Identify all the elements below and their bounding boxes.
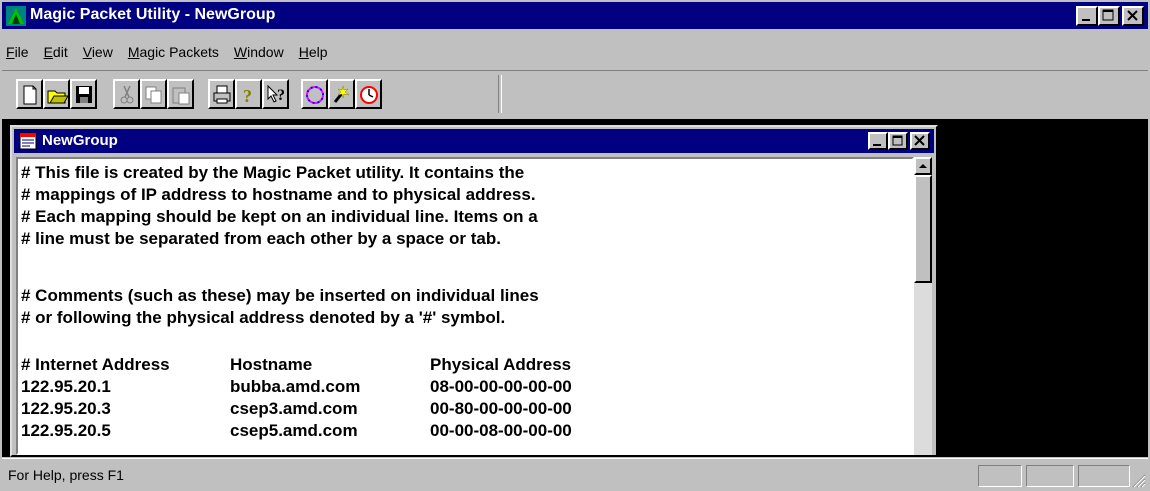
toolbar-end-separator xyxy=(498,75,502,113)
help-icon: ? xyxy=(243,86,252,106)
minimize-button[interactable] xyxy=(1076,6,1098,26)
save-disk-icon xyxy=(76,86,92,103)
open-folder-icon xyxy=(47,90,69,104)
document-window: NewGroup # This file is created by the M… xyxy=(10,125,938,457)
table-header: Hostname xyxy=(230,355,313,374)
window-title: Magic Packet Utility - NewGroup xyxy=(30,6,276,23)
child-close-button[interactable] xyxy=(910,132,930,150)
scroll-up-button[interactable] xyxy=(914,157,932,175)
context-help-icon: ? xyxy=(267,84,285,104)
text-line: # mappings of IP address to hostname and… xyxy=(21,185,536,204)
table-cell: 00-80-00-00-00-00 xyxy=(430,399,572,418)
document-icon[interactable] xyxy=(18,131,38,151)
resize-grip-icon[interactable] xyxy=(1130,472,1146,488)
menu-help[interactable]: Help xyxy=(299,44,328,60)
status-panel xyxy=(1078,465,1130,487)
menu-edit[interactable]: Edit xyxy=(44,44,68,60)
maximize-icon xyxy=(1102,9,1114,21)
new-button[interactable] xyxy=(16,79,43,109)
menu-magic-packets[interactable]: Magic Packets xyxy=(128,44,219,60)
text-line: # Each mapping should be kept on an indi… xyxy=(21,207,538,226)
minimize-icon xyxy=(1082,19,1090,21)
menu-window[interactable]: Window xyxy=(234,44,284,60)
svg-text:?: ? xyxy=(277,87,285,104)
timer-button[interactable] xyxy=(355,79,382,109)
table-cell: csep5.amd.com xyxy=(230,421,358,440)
document-text-area[interactable]: # This file is created by the Magic Pack… xyxy=(16,157,914,455)
text-line: # or following the physical address deno… xyxy=(21,308,506,327)
child-minimize-button[interactable] xyxy=(868,132,888,150)
magic-packet-ring-icon xyxy=(306,86,324,104)
paste-button[interactable] xyxy=(167,79,194,109)
close-icon xyxy=(1127,10,1138,21)
document-title: NewGroup xyxy=(42,132,118,149)
maximize-icon xyxy=(892,135,903,146)
cut-icon xyxy=(120,85,134,104)
arrow-up-icon xyxy=(919,164,927,168)
magic-packet-button[interactable] xyxy=(301,79,328,109)
table-cell: 122.95.20.5 xyxy=(21,421,111,440)
table-cell: 122.95.20.1 xyxy=(21,377,111,396)
minimize-icon xyxy=(873,144,881,146)
scroll-thumb[interactable] xyxy=(914,175,932,283)
application-window: Magic Packet Utility - NewGroup File Edi… xyxy=(0,0,1150,491)
child-maximize-button[interactable] xyxy=(888,132,908,150)
table-cell: 122.95.20.3 xyxy=(21,399,111,418)
status-panel xyxy=(1026,465,1074,487)
app-icon[interactable] xyxy=(6,6,26,26)
maximize-button[interactable] xyxy=(1098,6,1120,26)
close-button[interactable] xyxy=(1122,6,1144,26)
about-button[interactable]: ? xyxy=(235,79,262,109)
print-button[interactable] xyxy=(208,79,235,109)
svg-text:?: ? xyxy=(243,86,252,106)
table-cell: 08-00-00-00-00-00 xyxy=(430,377,572,396)
status-bar: For Help, press F1 xyxy=(2,458,1148,490)
close-icon xyxy=(914,135,925,146)
open-button[interactable] xyxy=(43,79,70,109)
text-line: # This file is created by the Magic Pack… xyxy=(21,163,525,182)
status-text: For Help, press F1 xyxy=(8,467,124,483)
new-icon xyxy=(23,85,37,105)
table-cell: csep3.amd.com xyxy=(230,399,358,418)
status-panel xyxy=(978,465,1022,487)
context-help-button[interactable]: ? xyxy=(262,79,289,109)
table-cell: bubba.amd.com xyxy=(230,377,361,396)
text-line: # line must be separated from each other… xyxy=(21,229,501,248)
paste-icon xyxy=(172,87,190,105)
copy-icon xyxy=(145,86,162,104)
text-line: # Comments (such as these) may be insert… xyxy=(21,286,539,305)
timer-icon xyxy=(360,86,378,104)
menu-view[interactable]: View xyxy=(83,44,113,60)
wakeup-button[interactable] xyxy=(328,79,355,109)
table-header: Physical Address xyxy=(430,355,572,374)
title-bar[interactable]: Magic Packet Utility - NewGroup xyxy=(2,2,1148,29)
table-cell: 00-00-08-00-00-00 xyxy=(430,421,572,440)
menu-bar: File Edit View Magic Packets Window Help xyxy=(2,31,1148,69)
print-icon xyxy=(213,85,231,104)
table-header: # Internet Address xyxy=(21,355,170,374)
vertical-scrollbar[interactable] xyxy=(914,157,932,455)
document-title-bar[interactable]: NewGroup xyxy=(14,129,934,153)
wakeup-icon xyxy=(333,85,350,103)
menu-file[interactable]: File xyxy=(6,44,29,60)
toolbar: ? ? xyxy=(2,70,1148,119)
copy-button[interactable] xyxy=(140,79,167,109)
cut-button[interactable] xyxy=(113,79,140,109)
save-button[interactable] xyxy=(70,79,97,109)
